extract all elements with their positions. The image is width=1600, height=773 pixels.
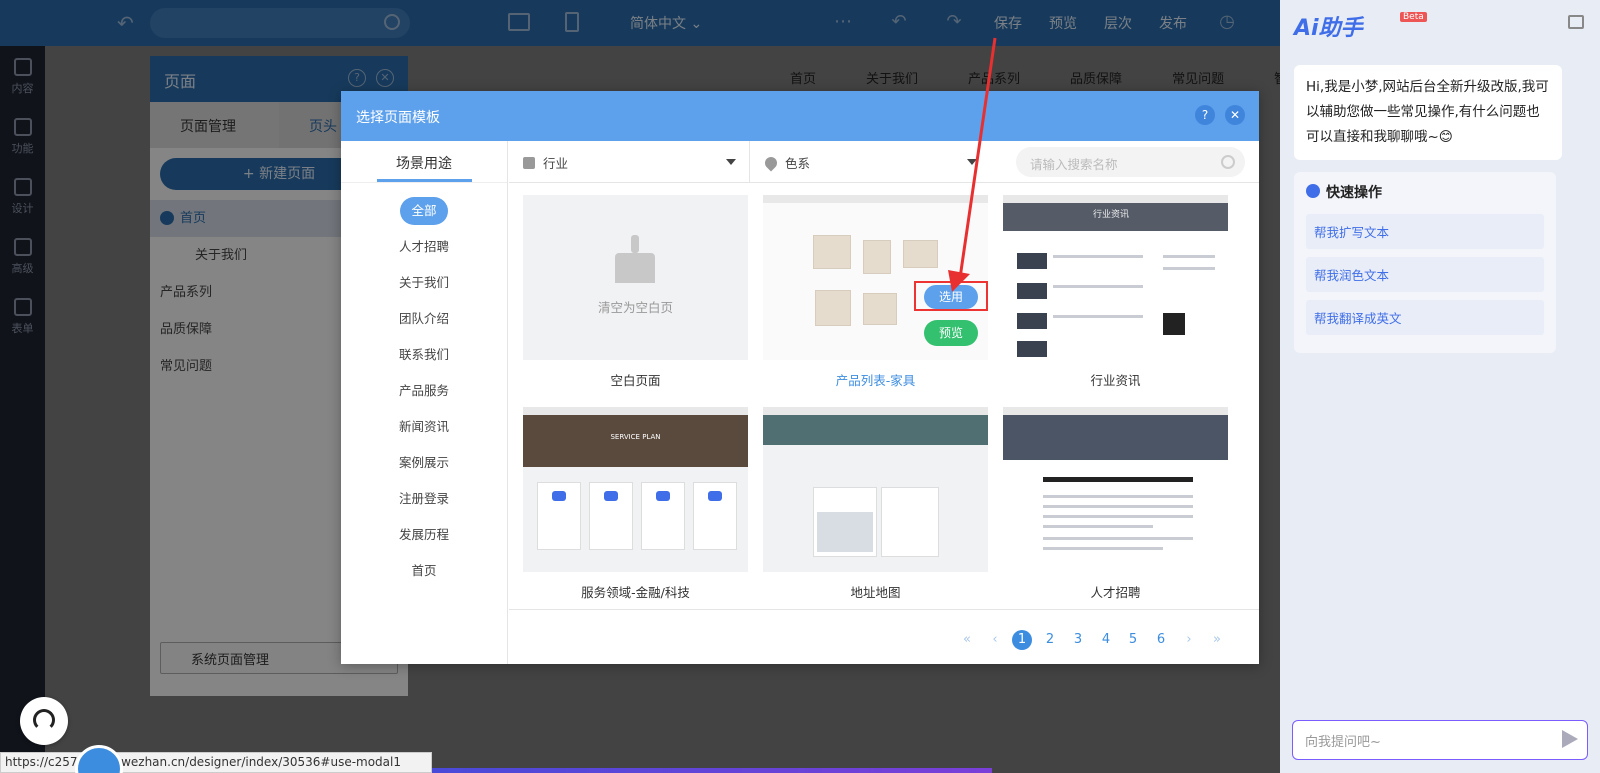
template-card-map[interactable]: 地址地图 [763, 407, 988, 601]
industry-filter[interactable]: 行业 [523, 153, 568, 172]
ask-input[interactable]: 向我提问吧~ [1292, 720, 1588, 760]
quick-actions: 快速操作 帮我扩写文本 帮我润色文本 帮我翻译成英文 [1294, 172, 1556, 353]
first-page-icon[interactable]: « [957, 630, 977, 650]
template-caption: 地址地图 [850, 585, 901, 600]
filter-bar: 行业 色系 请输入搜索名称 [509, 141, 1259, 183]
page-2[interactable]: 2 [1040, 630, 1060, 650]
modal-title: 选择页面模板 [356, 110, 440, 126]
chevron-down-icon[interactable] [726, 159, 736, 165]
page-5[interactable]: 5 [1123, 630, 1143, 650]
status-bar-url: https://c257 sy.scd.wezhan.cn/designer/i… [0, 752, 432, 773]
customer-support-button[interactable] [20, 697, 68, 745]
highlight-frame [914, 281, 988, 311]
category-item[interactable]: 发展历程 [341, 517, 507, 553]
thumb-hero-text: SERVICE PLAN [610, 433, 661, 441]
ai-assistant-panel: Ai助手 Beta Hi,我是小梦,网站后台全新升级改版,我可以辅助您做一些常见… [1280, 0, 1600, 773]
page-6[interactable]: 6 [1151, 630, 1171, 650]
template-caption: 服务领域-金融/科技 [581, 585, 690, 600]
page-1[interactable]: 1 [1012, 630, 1032, 650]
gift-icon[interactable] [1568, 15, 1584, 29]
template-card-blank[interactable]: 清空为空白页 空白页面 [523, 195, 748, 389]
broom-icon [615, 235, 655, 283]
template-thumb[interactable]: 清空为空白页 [523, 195, 748, 360]
thumb-hero-text: 行业资讯 [1093, 210, 1130, 220]
template-caption: 行业资讯 [1090, 373, 1141, 388]
category-sidebar: 场景用途 全部 人才招聘 关于我们 团队介绍 联系我们 产品服务 新闻资讯 案例… [341, 141, 508, 664]
pagination: « ‹ 1 2 3 4 5 6 › » [509, 609, 1259, 664]
blank-page-label: 清空为空白页 [597, 300, 673, 315]
ai-greeting: Hi,我是小梦,网站后台全新升级改版,我可以辅助您做一些常见操作,有什么问题也可… [1294, 65, 1562, 160]
headset-icon [33, 709, 55, 731]
category-all[interactable]: 全部 [341, 193, 507, 229]
quick-action-expand[interactable]: 帮我扩写文本 [1306, 214, 1544, 249]
page-3[interactable]: 3 [1068, 630, 1088, 650]
building-icon [523, 157, 535, 169]
category-sidebar-title[interactable]: 场景用途 [341, 141, 507, 183]
send-icon[interactable] [1562, 730, 1578, 748]
prev-page-icon[interactable]: ‹ [985, 630, 1005, 650]
next-page-icon[interactable]: › [1179, 630, 1199, 650]
template-caption: 空白页面 [610, 373, 661, 388]
ai-logo: Ai助手 [1294, 16, 1363, 41]
category-item[interactable]: 首页 [341, 553, 507, 589]
search-icon [1221, 155, 1235, 169]
template-modal: 选择页面模板 ? ✕ 场景用途 全部 人才招聘 关于我们 团队介绍 联系我们 产… [341, 91, 1259, 664]
map-thumbnail [817, 512, 873, 552]
loading-progress-bar [432, 768, 992, 773]
template-card-service[interactable]: SERVICE PLAN 服务领域-金融/科技 [523, 407, 748, 601]
category-item[interactable]: 联系我们 [341, 337, 507, 373]
help-icon[interactable]: ? [1195, 105, 1215, 125]
category-item[interactable]: 注册登录 [341, 481, 507, 517]
close-icon[interactable]: ✕ [1225, 105, 1245, 125]
category-item[interactable]: 人才招聘 [341, 229, 507, 265]
template-card-furniture[interactable]: 选用 预览 产品列表-家具 [763, 195, 988, 389]
category-item[interactable]: 案例展示 [341, 445, 507, 481]
template-card-recruit[interactable]: 人才招聘 [1003, 407, 1228, 601]
template-thumb[interactable] [763, 407, 988, 572]
last-page-icon[interactable]: » [1207, 630, 1227, 650]
color-drop-icon [762, 154, 780, 172]
preview-template-button[interactable]: 预览 [924, 320, 978, 346]
template-caption: 人才招聘 [1090, 585, 1141, 600]
template-thumb[interactable] [1003, 407, 1228, 572]
template-search-input[interactable]: 请输入搜索名称 [1016, 147, 1245, 177]
category-item[interactable]: 关于我们 [341, 265, 507, 301]
template-thumb[interactable]: SERVICE PLAN [523, 407, 748, 572]
template-caption: 产品列表-家具 [835, 373, 916, 388]
category-item[interactable]: 团队介绍 [341, 301, 507, 337]
chevron-down-icon[interactable] [967, 159, 977, 165]
template-grid: 清空为空白页 空白页面 选用 预览 产品列表-家具 行业资讯 行业资讯 SERV… [509, 183, 1259, 608]
color-filter[interactable]: 色系 [762, 153, 810, 172]
quick-action-polish[interactable]: 帮我润色文本 [1306, 257, 1544, 292]
template-thumb[interactable]: 选用 预览 [763, 195, 988, 360]
page-4[interactable]: 4 [1096, 630, 1116, 650]
template-card-news[interactable]: 行业资讯 行业资讯 [1003, 195, 1228, 389]
category-item[interactable]: 产品服务 [341, 373, 507, 409]
quick-action-translate[interactable]: 帮我翻译成英文 [1306, 300, 1544, 335]
beta-badge: Beta [1400, 12, 1427, 22]
quick-actions-title: 快速操作 [1306, 182, 1544, 202]
modal-header: 选择页面模板 ? ✕ [341, 91, 1259, 141]
template-thumb[interactable]: 行业资讯 [1003, 195, 1228, 360]
category-item[interactable]: 新闻资讯 [341, 409, 507, 445]
